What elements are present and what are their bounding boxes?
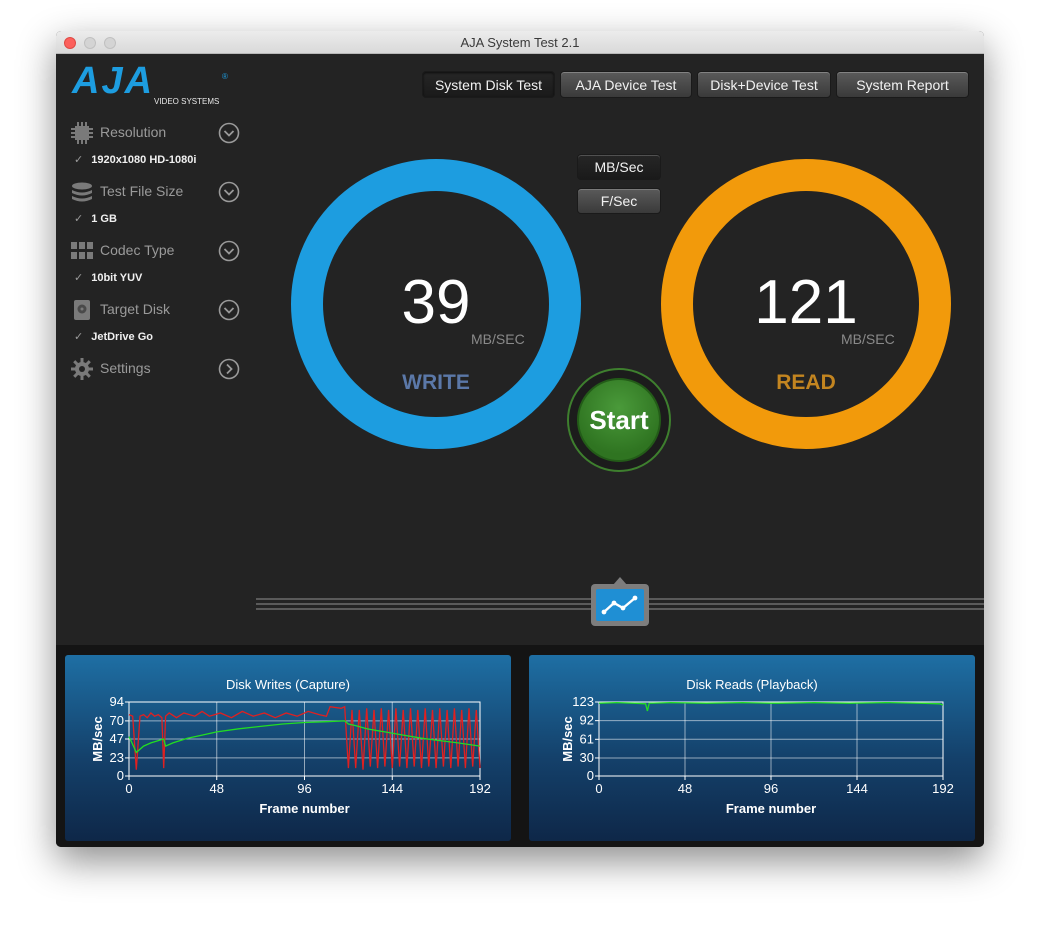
- read-speed-value: 121: [754, 268, 858, 337]
- x-tick-label: 0: [125, 781, 132, 796]
- tab-disk-device-test[interactable]: Disk+Device Test: [697, 71, 831, 98]
- app-window: AJA System Test 2.1 AJA ® VIDEO SYSTEMS …: [56, 31, 984, 847]
- target-disk-value: ✓ JetDrive Go: [74, 330, 153, 343]
- file-size-value-text: 1 GB: [91, 213, 117, 225]
- check-icon: ✓: [74, 272, 84, 284]
- line-graph-icon: [601, 595, 638, 615]
- sidebar-label-codec-type: Codec Type: [100, 242, 175, 258]
- mb-sec-button[interactable]: MB/Sec: [577, 154, 661, 180]
- tab-aja-device-test[interactable]: AJA Device Test: [560, 71, 692, 98]
- sidebar-item-test-file-size[interactable]: Test File Size: [70, 180, 242, 204]
- logo-tagline: VIDEO SYSTEMS: [154, 97, 219, 106]
- y-tick-label: 0: [587, 768, 594, 783]
- sidebar-label-test-file-size: Test File Size: [100, 183, 184, 199]
- write-speed-unit: MB/SEC: [471, 331, 525, 347]
- x-tick-label: 144: [381, 781, 403, 796]
- write-label: WRITE: [402, 371, 470, 394]
- check-icon: ✓: [74, 213, 84, 225]
- x-axis-label: Frame number: [726, 801, 816, 816]
- y-tick-label: 70: [110, 713, 124, 728]
- window-title: AJA System Test 2.1: [460, 35, 580, 50]
- disk-reads-panel: Disk Reads (Playback) 0 30 61 92 123 0 48 96 144…: [529, 655, 975, 841]
- resolution-value: ✓ 1920x1080 HD-1080i: [74, 153, 196, 166]
- f-sec-button[interactable]: F/Sec: [577, 188, 661, 214]
- sidebar-label-resolution: Resolution: [100, 124, 167, 140]
- gear-icon: [71, 358, 93, 380]
- write-gauge: 39 MB/SEC WRITE: [291, 159, 581, 449]
- x-tick-label: 96: [297, 781, 311, 796]
- chevron-down-icon[interactable]: [218, 299, 240, 321]
- read-gauge: 121 MB/SEC READ: [661, 159, 951, 449]
- y-tick-label: 94: [110, 694, 124, 709]
- x-tick-label: 144: [846, 781, 868, 796]
- sidebar-item-target-disk[interactable]: Target Disk: [70, 298, 242, 322]
- chevron-down-icon[interactable]: [218, 122, 240, 144]
- chevron-right-icon[interactable]: [218, 358, 240, 380]
- svg-text:®: ®: [222, 72, 228, 81]
- x-tick-label: 48: [210, 781, 224, 796]
- logo-wordmark: AJA: [71, 63, 154, 102]
- file-size-value: ✓ 1 GB: [74, 212, 117, 225]
- tab-system-disk-test[interactable]: System Disk Test: [422, 71, 555, 98]
- codec-value-text: 10bit YUV: [91, 272, 143, 284]
- y-tick-label: 0: [117, 768, 124, 783]
- chevron-down-icon[interactable]: [218, 181, 240, 203]
- codec-value: ✓ 10bit YUV: [74, 271, 142, 284]
- stack-icon: [72, 182, 92, 202]
- read-label: READ: [776, 371, 836, 394]
- x-tick-label: 192: [932, 781, 954, 796]
- chevron-down-icon[interactable]: [218, 240, 240, 262]
- sidebar-item-settings[interactable]: Settings: [70, 357, 242, 381]
- read-speed-unit: MB/SEC: [841, 331, 895, 347]
- x-tick-label: 192: [469, 781, 491, 796]
- graphs-area: Disk Writes (Capture) 0 23 47 70 94 0 48 96 144 1…: [56, 645, 984, 847]
- title-bar: AJA System Test 2.1: [56, 31, 984, 54]
- disk-writes-panel: Disk Writes (Capture) 0 23 47 70 94 0 48 96 144 1…: [65, 655, 511, 841]
- y-tick-label: 92: [580, 713, 594, 728]
- disk-reads-chart: 0 30 61 92 123 0 48 96 144 192 Frame number MB/sec: [560, 694, 954, 816]
- sidebar-item-codec-type[interactable]: Codec Type: [70, 239, 242, 263]
- graph-toggle-button[interactable]: [591, 577, 649, 626]
- start-button-ring: Start: [567, 368, 671, 472]
- sidebar-label-settings: Settings: [100, 360, 151, 376]
- y-axis-label: MB/sec: [90, 716, 105, 762]
- y-tick-label: 123: [572, 694, 594, 709]
- disk-writes-chart: 0 23 47 70 94 0 48 96 144 192 Frame number MB/sec: [90, 694, 491, 816]
- tab-system-report[interactable]: System Report: [836, 71, 969, 98]
- y-tick-label: 30: [580, 750, 594, 765]
- write-speed-value: 39: [401, 268, 471, 337]
- x-axis-label: Frame number: [259, 801, 349, 816]
- sidebar-label-target-disk: Target Disk: [100, 301, 171, 317]
- sidebar-item-resolution[interactable]: Resolution: [70, 121, 242, 145]
- x-tick-label: 48: [678, 781, 692, 796]
- check-icon: ✓: [74, 331, 84, 343]
- y-tick-label: 47: [110, 731, 124, 746]
- x-tick-label: 0: [595, 781, 602, 796]
- aja-logo: AJA ® VIDEO SYSTEMS: [70, 60, 230, 112]
- check-icon: ✓: [74, 154, 84, 166]
- disk-icon: [74, 300, 90, 320]
- y-tick-label: 23: [110, 750, 124, 765]
- grid-icon: [71, 242, 93, 259]
- target-disk-value-text: JetDrive Go: [91, 331, 153, 343]
- resolution-value-text: 1920x1080 HD-1080i: [91, 154, 197, 166]
- x-tick-label: 96: [764, 781, 778, 796]
- y-tick-label: 61: [580, 731, 594, 746]
- y-axis-label: MB/sec: [560, 716, 575, 762]
- chip-icon: [71, 122, 93, 144]
- start-button[interactable]: Start: [577, 378, 661, 462]
